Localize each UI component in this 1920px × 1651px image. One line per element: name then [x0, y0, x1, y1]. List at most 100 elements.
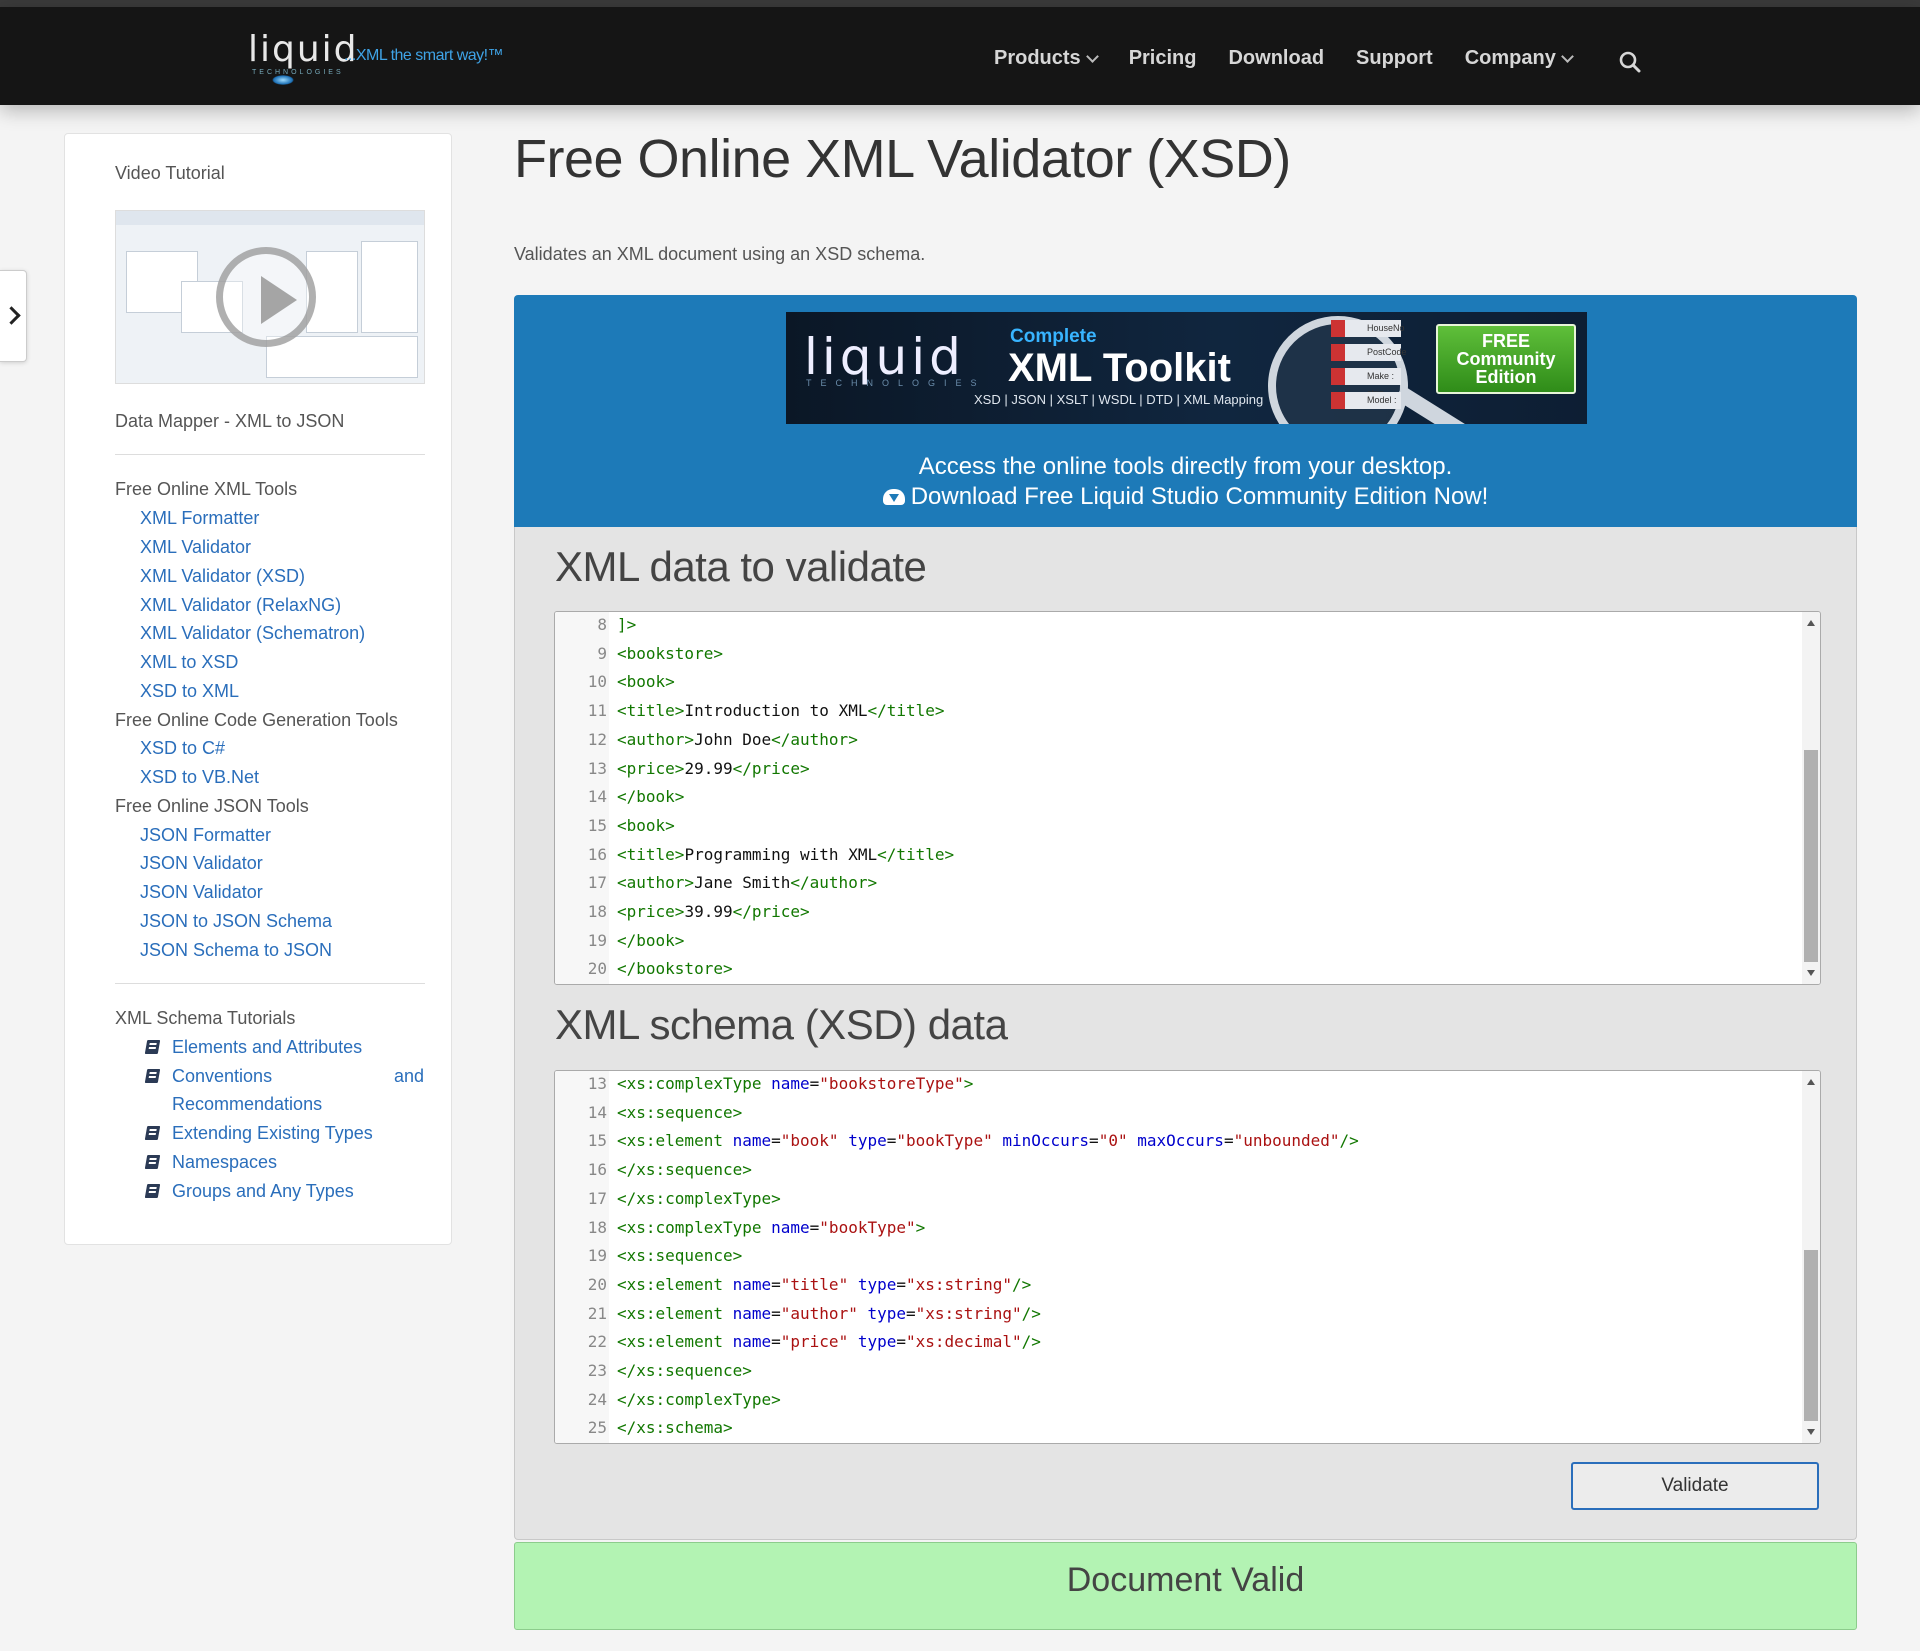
code-line[interactable]: 17 </xs:complexType>	[555, 1185, 1785, 1213]
ad-logo-sub: TECHNOLOGIES	[806, 378, 986, 388]
link-elements-attributes[interactable]: Elements and Attributes	[172, 1037, 362, 1058]
code-line[interactable]: 13 <price>29.99</price>	[555, 755, 1785, 783]
page-description: Validates an XML document using an XSD s…	[514, 244, 926, 264]
code-line[interactable]: 8]>	[555, 612, 1785, 639]
scroll-down-icon[interactable]	[1807, 1429, 1815, 1435]
scroll-down-icon[interactable]	[1807, 970, 1815, 976]
link-xml-to-xsd[interactable]: XML to XSD	[140, 652, 238, 673]
nav-download[interactable]: Download	[1228, 47, 1324, 70]
logo[interactable]: liquid TECHNOLOGIES ...XML the smart way…	[248, 29, 528, 89]
code-line[interactable]: 9 <bookstore>	[555, 640, 1785, 668]
badge-line-2: Community	[1456, 349, 1556, 369]
line-number: 16	[587, 845, 607, 864]
line-number: 16	[587, 1160, 607, 1179]
video-tutorial-thumbnail[interactable]	[115, 210, 425, 384]
line-number: 15	[587, 1131, 607, 1150]
code-text: <xs:element name="price" type="xs:decima…	[617, 1332, 1041, 1351]
line-number: 22	[587, 1332, 607, 1351]
banner-download-link[interactable]: Download Free Liquid Studio Community Ed…	[514, 483, 1857, 511]
link-extending-types[interactable]: Extending Existing Types	[172, 1123, 373, 1144]
nav-support[interactable]: Support	[1356, 47, 1433, 70]
line-number: 23	[587, 1361, 607, 1380]
code-line[interactable]: 18 <xs:complexType name="bookType">	[555, 1214, 1785, 1242]
link-xsd-to-xml[interactable]: XSD to XML	[140, 681, 239, 702]
code-line[interactable]: 25 </xs:schema>	[555, 1414, 1785, 1442]
link-xml-validator-schematron[interactable]: XML Validator (Schematron)	[140, 623, 365, 644]
logo-sub: TECHNOLOGIES	[252, 69, 344, 76]
scroll-up-icon[interactable]	[1807, 620, 1815, 626]
line-number: 24	[587, 1390, 607, 1409]
scroll-up-icon[interactable]	[1807, 1079, 1815, 1085]
nav-products-label: Products	[994, 47, 1081, 69]
link-conventions[interactable]: Conventions	[172, 1066, 272, 1087]
code-line[interactable]: 23 </xs:sequence>	[555, 1357, 1785, 1385]
sidebar: Video Tutorial Data Mapper - XML to JSON…	[64, 133, 452, 1245]
xml-editor[interactable]: 8]> 9 <bookstore> 10 <book> 11 <title>Introduc…	[554, 611, 1821, 985]
link-groups-any-types[interactable]: Groups and Any Types	[172, 1181, 354, 1202]
code-line[interactable]: 20 </bookstore>	[555, 955, 1785, 983]
code-line[interactable]: 20 <xs:element name="title" type="xs:stri…	[555, 1271, 1785, 1299]
line-number: 19	[587, 1246, 607, 1265]
book-icon	[144, 1155, 161, 1169]
banner-access-text: Access the online tools directly from yo…	[918, 453, 1453, 480]
nav-company[interactable]: Company	[1465, 47, 1574, 70]
code-line[interactable]: 16 <title>Programming with XML</title>	[555, 841, 1785, 869]
link-xml-formatter[interactable]: XML Formatter	[140, 508, 259, 529]
code-line[interactable]: 19 </book>	[555, 927, 1785, 955]
toolkit-ad[interactable]: liquid TECHNOLOGIES Complete XML Toolkit…	[786, 312, 1587, 424]
scroll-thumb[interactable]	[1804, 750, 1818, 962]
nav-pricing[interactable]: Pricing	[1129, 47, 1197, 70]
line-number: 13	[587, 759, 607, 778]
data-mapper-link[interactable]: Data Mapper - XML to JSON	[115, 411, 344, 432]
code-line[interactable]: 10 <book>	[555, 668, 1785, 696]
code-line[interactable]: 11 <title>Introduction to XML</title>	[555, 697, 1785, 725]
line-number: 20	[587, 959, 607, 978]
code-line[interactable]: 19 <xs:sequence>	[555, 1242, 1785, 1270]
link-recommendations[interactable]: Recommendations	[172, 1094, 322, 1115]
scroll-thumb[interactable]	[1804, 1250, 1818, 1421]
nav-menu: Products Pricing Download Support Compan…	[994, 47, 1604, 70]
play-icon[interactable]	[216, 247, 316, 347]
link-namespaces[interactable]: Namespaces	[172, 1152, 277, 1173]
xsd-editor[interactable]: 13 <xs:complexType name="bookstoreType"> 1…	[554, 1070, 1821, 1444]
link-json-to-json-schema[interactable]: JSON to JSON Schema	[140, 911, 332, 932]
code-line[interactable]: 16 </xs:sequence>	[555, 1156, 1785, 1184]
nav-products[interactable]: Products	[994, 47, 1099, 70]
link-json-schema-to-json[interactable]: JSON Schema to JSON	[140, 940, 332, 961]
code-line[interactable]: 14 <xs:sequence>	[555, 1099, 1785, 1127]
link-conventions-and[interactable]: and	[394, 1066, 424, 1087]
validate-button[interactable]: Validate	[1571, 1462, 1819, 1510]
code-line[interactable]: 24 </xs:complexType>	[555, 1386, 1785, 1414]
code-line[interactable]: 13 <xs:complexType name="bookstoreType">	[555, 1071, 1785, 1098]
link-xsd-to-csharp[interactable]: XSD to C#	[140, 738, 225, 759]
code-line[interactable]: 14 </book>	[555, 783, 1785, 811]
link-xml-validator[interactable]: XML Validator	[140, 537, 251, 558]
code-line[interactable]: 21 <xs:element name="author" type="xs:str…	[555, 1300, 1785, 1328]
link-xsd-to-vbnet[interactable]: XSD to VB.Net	[140, 767, 259, 788]
code-text: </book>	[617, 931, 685, 950]
line-number: 17	[587, 1189, 607, 1208]
line-number: 19	[587, 931, 607, 950]
divider	[115, 454, 425, 455]
code-line[interactable]: 15 <book>	[555, 812, 1785, 840]
link-xml-validator-xsd[interactable]: XML Validator (XSD)	[140, 566, 305, 587]
chevron-down-icon	[1085, 50, 1099, 63]
link-json-formatter[interactable]: JSON Formatter	[140, 825, 271, 846]
code-line[interactable]: 17 <author>Jane Smith</author>	[555, 869, 1785, 897]
link-json-validator-2[interactable]: JSON Validator	[140, 882, 263, 903]
code-line[interactable]: 12 <author>John Doe</author>	[555, 726, 1785, 754]
link-json-validator[interactable]: JSON Validator	[140, 853, 263, 874]
sidebar-toggle-button[interactable]	[0, 270, 27, 362]
line-number: 15	[587, 816, 607, 835]
code-text: <xs:complexType name="bookstoreType">	[617, 1074, 974, 1093]
code-text: <author>John Doe</author>	[617, 730, 858, 749]
ad-complete: Complete	[1010, 326, 1097, 347]
code-line[interactable]: 22 <xs:element name="price" type="xs:deci…	[555, 1328, 1785, 1356]
scrollbar[interactable]	[1802, 1071, 1820, 1443]
link-xml-validator-relaxng[interactable]: XML Validator (RelaxNG)	[140, 595, 341, 616]
code-line[interactable]: 18 <price>39.99</price>	[555, 898, 1785, 926]
code-text: <xs:sequence>	[617, 1246, 743, 1265]
code-line[interactable]: 15 <xs:element name="book" type="bookType…	[555, 1127, 1785, 1155]
search-icon[interactable]	[1619, 51, 1641, 73]
scrollbar[interactable]	[1802, 612, 1820, 984]
